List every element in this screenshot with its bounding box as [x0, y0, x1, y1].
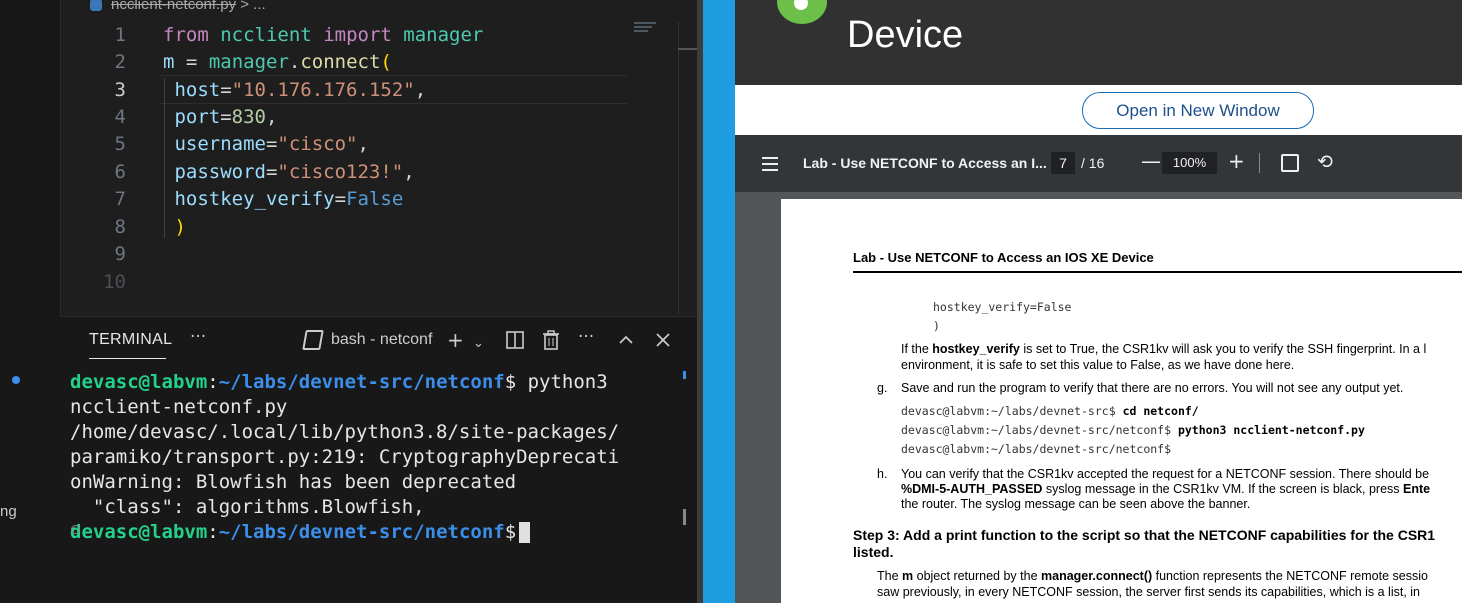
open-new-window-button[interactable]: Open in New Window [1082, 92, 1314, 129]
terminal-line: devasc@labvm:~/labs/devnet-src/netconf$ … [70, 371, 608, 393]
terminal-icon [302, 330, 324, 350]
chevron-down-icon[interactable]: ⌄ [473, 334, 484, 354]
new-terminal-icon[interactable]: + [447, 330, 464, 350]
pdf-viewer[interactable]: Lab - Use NETCONF to Access an IOS XE De… [735, 192, 1462, 603]
doc-code-line: hostkey_verify=False [933, 300, 1072, 314]
doc-step-heading: listed. [853, 544, 894, 560]
terminal-line: ncclient-netconf.py [70, 396, 288, 418]
browser-edge [703, 0, 735, 603]
terminal-output[interactable]: devasc@labvm:~/labs/devnet-src/netconf$ … [70, 370, 680, 545]
line-number: 6 [114, 161, 126, 183]
sidebar-item-label[interactable]: ng [0, 503, 17, 520]
terminal-scroll-marker [683, 371, 686, 379]
split-terminal-icon[interactable] [506, 331, 524, 352]
doc-paragraph: environment, it is safe to set this valu… [901, 358, 1295, 372]
maximize-panel-icon[interactable] [618, 331, 634, 351]
line-number: 5 [114, 133, 126, 155]
trash-icon[interactable] [542, 330, 560, 353]
python-file-icon [90, 0, 102, 12]
doc-paragraph: Save and run the program to verify that … [901, 381, 1404, 395]
fit-page-icon[interactable] [1281, 154, 1299, 172]
tab-terminal[interactable]: TERMINAL [89, 331, 172, 349]
doc-terminal-line: devasc@labvm:~/labs/devnet-src/netconf$ [901, 442, 1172, 456]
pdf-toolbar: Lab - Use NETCONF to Access an I... 7 / … [735, 135, 1462, 192]
browser-content: Use NETCONF to Access an IOS X Device Op… [735, 0, 1462, 603]
terminal-scrollbar[interactable] [683, 509, 686, 525]
editor-scroll-thumb[interactable] [678, 48, 697, 50]
header-rule [853, 271, 1462, 273]
line-number: 7 [114, 188, 126, 210]
list-marker: g. [877, 381, 888, 395]
doc-paragraph: If the hostkey_verify is set to True, th… [901, 342, 1427, 356]
zoom-out-icon[interactable]: — [1141, 149, 1161, 173]
line-number: 8 [114, 216, 126, 238]
menu-icon[interactable] [762, 157, 778, 175]
line-number: 10 [103, 271, 126, 293]
course-header: Use NETCONF to Access an IOS X Device [735, 0, 1462, 85]
line-number: 2 [114, 51, 126, 73]
breadcrumb-rest[interactable]: > ... [236, 0, 265, 13]
page-total: / 16 [1081, 155, 1105, 171]
close-panel-icon[interactable] [655, 331, 671, 351]
toolbar-divider [1259, 153, 1260, 173]
page-number-input[interactable]: 7 [1051, 152, 1075, 174]
terminal-line: onWarning: Blowfish has been deprecated [70, 471, 517, 493]
more-actions-icon[interactable]: ··· [190, 327, 206, 347]
command-decoration-icon[interactable] [12, 376, 20, 384]
editor-scrollbar[interactable] [678, 22, 697, 314]
zoom-in-icon[interactable]: + [1228, 149, 1245, 173]
breadcrumb-file[interactable]: ncclient-netconf.py [111, 0, 236, 13]
pdf-title: Lab - Use NETCONF to Access an I... [803, 155, 1047, 171]
terminal-line: paramiko/transport.py:219: CryptographyD… [70, 446, 620, 468]
more-actions-icon[interactable]: ··· [578, 327, 594, 347]
page-title: Use NETCONF to Access an IOS X [847, 0, 1447, 9]
rotate-icon[interactable]: ⟲ [1317, 151, 1333, 173]
vscode-window: ng ncclient-netconf.py > ... 1 from nccli… [0, 0, 697, 603]
terminal-line: "class": algorithms.Blowfish, [70, 496, 425, 518]
line-number: 1 [114, 24, 126, 46]
tab-active-indicator [89, 358, 166, 359]
code-editor[interactable]: 1 from ncclient import manager 2m = manag… [60, 22, 677, 314]
terminal-panel[interactable]: TERMINAL ··· bash - netconf + ⌄ ··· deva… [60, 316, 697, 603]
terminal-line: /home/devasc/.local/lib/python3.8/site-p… [70, 421, 620, 443]
zoom-input[interactable]: 100% [1162, 152, 1217, 174]
doc-step-heading: Step 3: Add a print function to the scri… [853, 527, 1436, 543]
doc-code-line: ) [933, 319, 940, 333]
line-number: 3 [114, 79, 126, 101]
doc-paragraph: You can verify that the CSR1kv accepted … [901, 467, 1430, 481]
line-number: 4 [114, 106, 126, 128]
line-number: 9 [114, 243, 126, 265]
doc-paragraph: the router. The syslog message can be se… [901, 497, 1251, 511]
doc-paragraph: saw previously, in every NETCONF session… [877, 585, 1421, 599]
terminal-line: devasc@labvm:~/labs/devnet-src/netconf$ [70, 520, 680, 545]
doc-paragraph: %DMI-5-AUTH_PASSED syslog message in the… [901, 482, 1431, 496]
minimap[interactable] [634, 22, 664, 36]
terminal-shell-label[interactable]: bash - netconf [331, 331, 432, 349]
terminal-cursor [519, 522, 531, 543]
list-marker: h. [877, 467, 888, 481]
breadcrumb[interactable]: ncclient-netconf.py > ... [90, 0, 266, 13]
doc-header: Lab - Use NETCONF to Access an IOS XE De… [853, 250, 1154, 265]
pdf-page[interactable]: Lab - Use NETCONF to Access an IOS XE De… [781, 199, 1462, 603]
doc-paragraph: The m object returned by the manager.con… [877, 569, 1428, 583]
prompt-decoration-icon[interactable] [71, 525, 80, 534]
doc-terminal-line: devasc@labvm:~/labs/devnet-src$ cd netco… [901, 404, 1199, 418]
page-title: Device [847, 14, 964, 56]
doc-terminal-line: devasc@labvm:~/labs/devnet-src/netconf$ … [901, 423, 1365, 437]
